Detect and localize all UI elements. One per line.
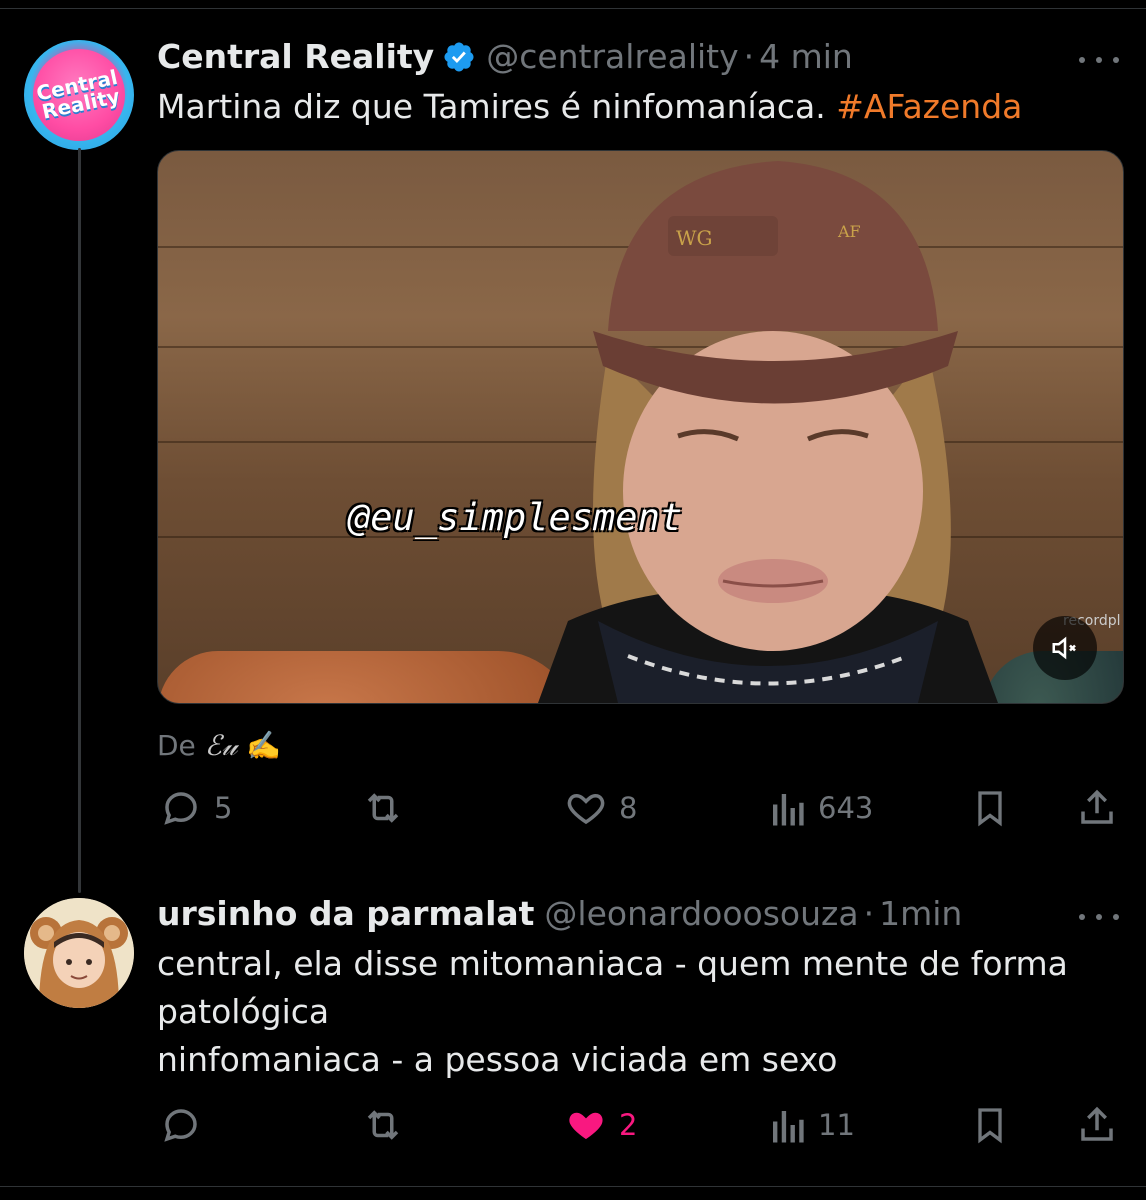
reply-header: ursinho da parmalat @leonardooosouza · 1… <box>157 894 962 934</box>
hashtag-link[interactable]: #AFazenda <box>836 87 1022 126</box>
author-handle[interactable]: @centralreality <box>486 37 738 77</box>
reply-bookmark-button[interactable] <box>970 1104 1010 1146</box>
reply-views-count: 11 <box>818 1108 855 1142</box>
share-icon <box>1081 1106 1113 1141</box>
views-chart-icon <box>773 794 804 826</box>
heart-icon <box>567 793 605 825</box>
heart-filled-icon <box>569 1112 603 1139</box>
more-options-icon[interactable] <box>1079 52 1119 68</box>
like-count: 8 <box>619 791 638 825</box>
reply-author-name[interactable]: ursinho da parmalat <box>157 894 534 934</box>
video-watermark: @eu_simplesment <box>348 496 683 539</box>
repost-icon <box>367 1110 399 1140</box>
ursinho-avatar[interactable] <box>24 898 134 1008</box>
header-separator: · <box>743 37 755 76</box>
reply-timestamp[interactable]: 1min <box>879 894 962 934</box>
orange-pillow <box>158 651 578 703</box>
share-icon <box>1081 789 1113 824</box>
reply-count: 5 <box>214 791 233 825</box>
attribution-emoji: ✍️ <box>246 729 282 762</box>
verified-badge-icon[interactable] <box>442 40 476 74</box>
tweet-timestamp[interactable]: 4 min <box>759 37 853 77</box>
attribution-source[interactable]: ℰ𝓊 <box>205 729 238 762</box>
avatar-logo: Central Reality <box>24 40 134 150</box>
reply-text: central, ela disse mitomaniaca - quem me… <box>157 940 1068 1084</box>
bookmark-icon <box>978 791 1002 827</box>
video-attribution: De ℰ𝓊 ✍️ <box>157 726 281 766</box>
muted-speaker-icon <box>1052 636 1076 660</box>
central-reality-avatar[interactable]: Central Reality <box>24 40 134 150</box>
reply-header-separator: · <box>863 894 875 933</box>
repost-button[interactable] <box>360 787 418 829</box>
author-name[interactable]: Central Reality <box>157 37 434 77</box>
tweet-video[interactable]: WG AF @eu_simplesment recordpl <box>157 150 1124 704</box>
attribution-prefix: De <box>157 729 196 762</box>
reply-like-count: 2 <box>619 1108 638 1142</box>
tweet-header: Central Reality @centralreality · 4 min <box>157 37 853 77</box>
bottom-divider <box>0 1186 1146 1187</box>
svg-text:WG: WG <box>676 226 713 250</box>
reply-text-line: central, ela disse mitomaniaca - quem me… <box>157 944 1068 983</box>
bookmark-icon <box>978 1108 1002 1144</box>
reply-text-line: patológica <box>157 992 330 1031</box>
views-count: 643 <box>818 791 874 825</box>
reply-icon <box>164 1109 197 1142</box>
reply-like-button[interactable]: 2 <box>565 1104 637 1146</box>
bookmark-button[interactable] <box>970 787 1010 829</box>
svg-text:AF: AF <box>837 222 861 241</box>
person-with-cap: WG AF <box>538 161 998 703</box>
reply-repost-button[interactable] <box>360 1104 418 1146</box>
thread-connector-line <box>78 148 81 893</box>
reply-icon <box>164 792 197 825</box>
reply-author-handle[interactable]: @leonardooosouza <box>544 894 858 934</box>
reply-views-button[interactable]: 11 <box>768 1104 855 1146</box>
reply-reply-button[interactable] <box>160 1104 214 1146</box>
reply-share-button[interactable] <box>1076 1104 1118 1146</box>
views-chart-icon <box>773 1111 804 1143</box>
share-button[interactable] <box>1076 787 1118 829</box>
bear-costume-avatar <box>24 898 134 1008</box>
repost-icon <box>367 793 399 823</box>
reply-text-line: ninfomaniaca - a pessoa viciada em sexo <box>157 1040 838 1079</box>
reply-button[interactable]: 5 <box>160 787 232 829</box>
top-divider <box>0 8 1146 9</box>
tweet-body: Martina diz que Tamires é ninfomaníaca. <box>157 87 837 126</box>
views-button[interactable]: 643 <box>768 787 873 829</box>
like-button[interactable]: 8 <box>565 787 637 829</box>
tweet-text: Martina diz que Tamires é ninfomaníaca. … <box>157 83 1022 131</box>
unmute-button[interactable] <box>1033 616 1097 680</box>
reply-more-options-icon[interactable] <box>1079 909 1119 925</box>
